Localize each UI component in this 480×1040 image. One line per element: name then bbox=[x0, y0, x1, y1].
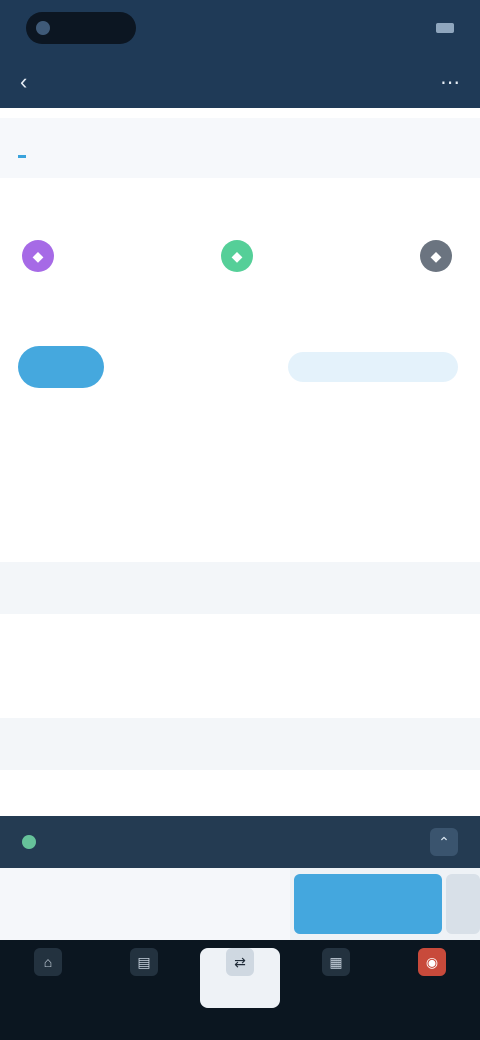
info-strip: ⌃ bbox=[0, 816, 480, 868]
tab-strip bbox=[0, 118, 480, 178]
bottom-tab-bar: ⌂ ▤ ⇄ ▦ ◉ bbox=[0, 940, 480, 1040]
token-chip[interactable]: ◆ bbox=[22, 240, 64, 272]
list-item[interactable] bbox=[0, 406, 480, 458]
app-header: ‹ ⋯ bbox=[0, 0, 480, 108]
more-icon[interactable]: ⋯ bbox=[420, 70, 460, 95]
token-chips: ◆ ◆ ◆ bbox=[22, 232, 462, 280]
home-icon: ⌂ bbox=[34, 948, 62, 976]
chevron-left-icon[interactable]: ‹ bbox=[20, 69, 60, 95]
tab-1[interactable] bbox=[18, 139, 26, 158]
token-gray-icon: ◆ bbox=[420, 240, 452, 272]
expand-icon[interactable]: ⌃ bbox=[430, 828, 458, 856]
status-bar bbox=[0, 0, 480, 56]
bottom-tab-portfolio[interactable]: ▦ bbox=[296, 948, 376, 1040]
bottom-tab-home[interactable]: ⌂ bbox=[8, 948, 88, 1040]
portfolio-icon: ▦ bbox=[322, 948, 350, 976]
list-item[interactable] bbox=[0, 614, 480, 666]
status-dot-icon bbox=[22, 835, 36, 849]
list-item[interactable] bbox=[0, 458, 480, 510]
tab-3[interactable] bbox=[309, 140, 317, 156]
list-item[interactable] bbox=[0, 770, 480, 822]
bottom-tab-trade[interactable]: ⇄ bbox=[200, 948, 280, 1008]
action-row bbox=[0, 868, 480, 940]
tab-4[interactable] bbox=[454, 140, 462, 156]
market-icon: ▤ bbox=[130, 948, 158, 976]
amount-input[interactable] bbox=[0, 868, 290, 940]
primary-button[interactable] bbox=[294, 874, 442, 934]
status-indicators bbox=[428, 23, 454, 33]
cta-button[interactable] bbox=[288, 352, 458, 382]
list-section-header bbox=[0, 562, 480, 614]
segmented-control bbox=[18, 346, 122, 388]
detail-list bbox=[0, 406, 480, 822]
list-item[interactable] bbox=[0, 666, 480, 718]
bottom-tab-market[interactable]: ▤ bbox=[104, 948, 184, 1040]
token-green-icon: ◆ bbox=[221, 240, 253, 272]
trade-icon: ⇄ bbox=[226, 948, 254, 976]
battery-icon bbox=[436, 23, 454, 33]
side-button[interactable] bbox=[446, 874, 480, 934]
segment-active-button[interactable] bbox=[18, 346, 104, 388]
token-chip[interactable]: ◆ bbox=[420, 240, 462, 272]
bell-icon: ◉ bbox=[418, 948, 446, 976]
list-section-header bbox=[0, 718, 480, 770]
brand-logo-icon bbox=[36, 21, 50, 35]
bottom-tab-alerts[interactable]: ◉ bbox=[392, 948, 472, 1040]
tab-2[interactable] bbox=[163, 140, 171, 156]
list-item[interactable] bbox=[0, 510, 480, 562]
brand-pill bbox=[26, 12, 136, 44]
token-purple-icon: ◆ bbox=[22, 240, 54, 272]
token-chip[interactable]: ◆ bbox=[221, 240, 263, 272]
nav-row: ‹ ⋯ bbox=[0, 60, 480, 104]
